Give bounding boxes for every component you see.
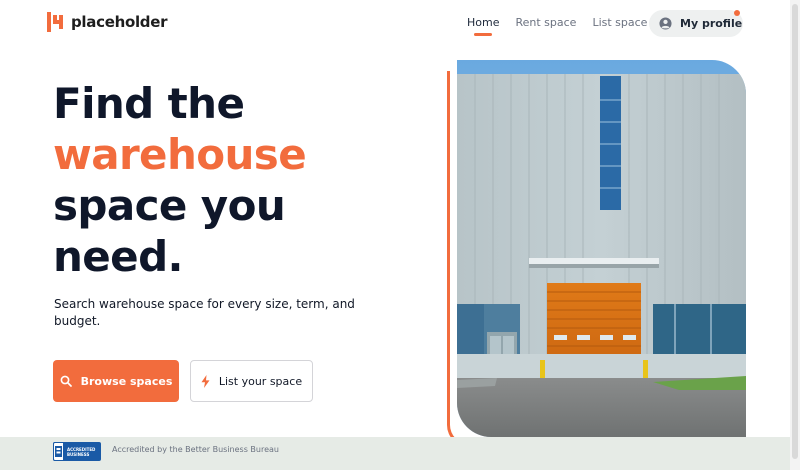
- hero-title-line-1: Find the: [53, 79, 245, 128]
- nav-home[interactable]: Home: [467, 16, 499, 36]
- hero-title-line-3: space you: [53, 181, 286, 230]
- hero-title-accent: warehouse: [53, 130, 307, 179]
- logo-icon: [47, 12, 63, 32]
- hero-title: Find the warehouse space you need.: [53, 78, 413, 282]
- logo[interactable]: placeholder: [47, 12, 168, 32]
- logo-text: placeholder: [71, 13, 168, 31]
- scrollbar-thumb[interactable]: [792, 4, 798, 459]
- bbb-badge-text: ACCREDITED BUSINESS: [67, 446, 96, 457]
- search-icon: [60, 375, 72, 387]
- profile-label: My profile: [680, 17, 743, 30]
- hero-title-line-4: need.: [53, 232, 184, 281]
- bbb-torch-icon: [53, 442, 64, 461]
- list-your-space-label: List your space: [218, 374, 303, 388]
- main-nav: Home Rent space List space: [467, 16, 663, 36]
- accreditation-text: Accredited by the Better Business Bureau: [112, 445, 279, 454]
- browse-spaces-button[interactable]: Browse spaces: [53, 360, 179, 402]
- warehouse-illustration: [457, 60, 746, 437]
- nav-rent-space[interactable]: Rent space: [515, 16, 576, 29]
- bbb-badge[interactable]: ACCREDITED BUSINESS: [53, 442, 101, 461]
- warehouse-photo: [457, 60, 746, 437]
- my-profile-button[interactable]: My profile: [649, 10, 743, 37]
- browse-spaces-label: Browse spaces: [80, 374, 173, 388]
- user-circle-icon: [659, 17, 672, 30]
- notification-dot: [734, 10, 740, 16]
- nav-list-space[interactable]: List space: [592, 16, 647, 29]
- site-header: placeholder Home Rent space List space M…: [0, 0, 800, 48]
- lightning-icon: [201, 374, 210, 388]
- list-your-space-button[interactable]: List your space: [190, 360, 313, 402]
- hero-subtitle: Search warehouse space for every size, t…: [54, 297, 355, 328]
